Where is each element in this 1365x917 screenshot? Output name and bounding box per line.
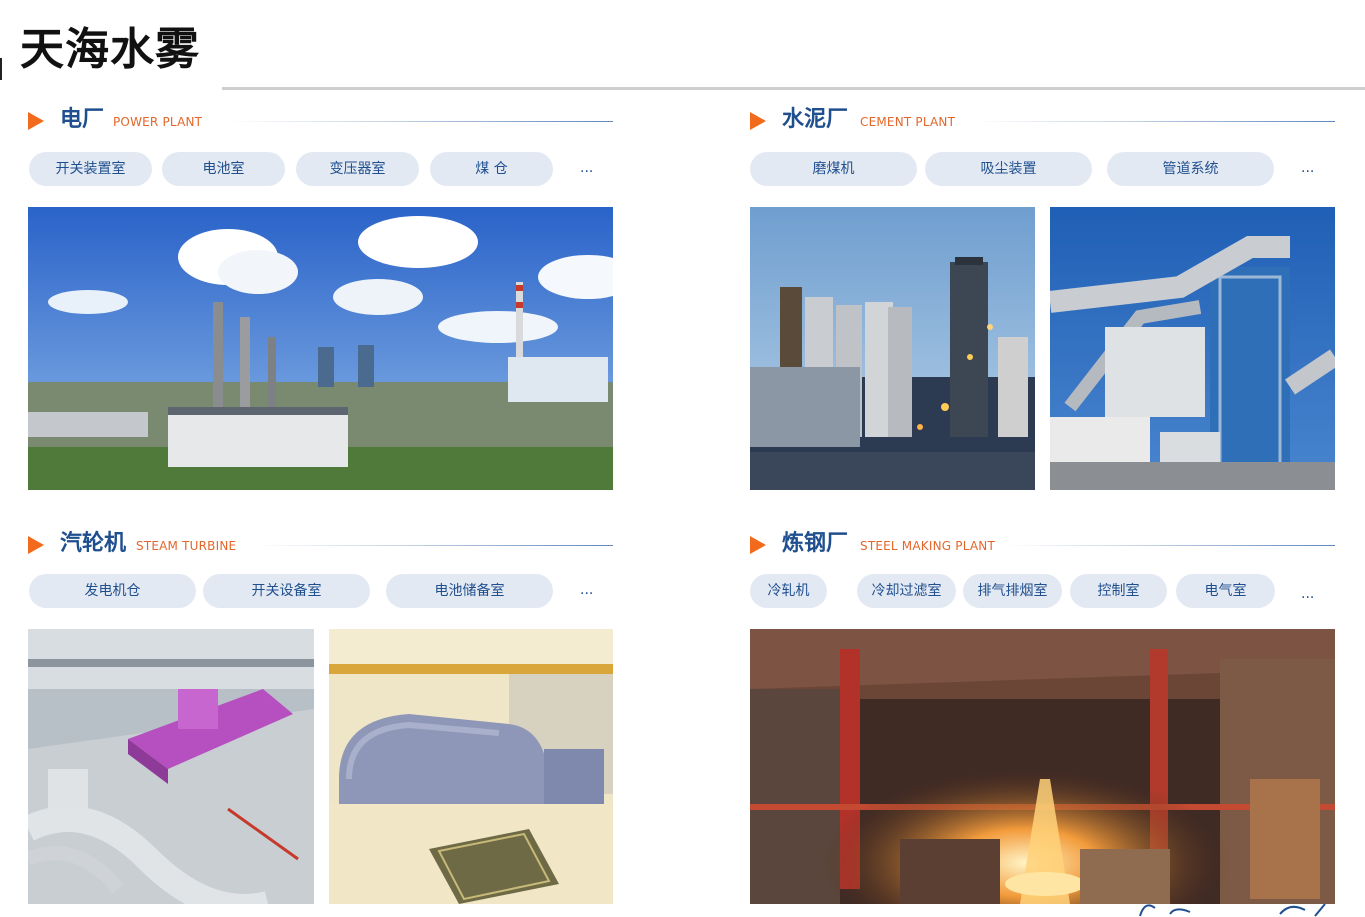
tag-dust-collector[interactable]: 吸尘装置: [925, 152, 1092, 186]
section-header-cement-plant: 水泥厂 CEMENT PLANT: [750, 106, 1335, 136]
steel-plant-photo: [750, 629, 1335, 904]
more-ellipsis[interactable]: ...: [1301, 158, 1314, 178]
section-header-steam-turbine: 汽轮机 STEAM TURBINE: [28, 530, 613, 560]
tag-exhaust-room[interactable]: 排气排烟室: [963, 574, 1062, 608]
cement-plant-photo-pipes: [1050, 207, 1335, 490]
play-triangle-icon: [750, 536, 766, 554]
section-header-steel-plant: 炼钢厂 STEEL MAKING PLANT: [750, 530, 1335, 560]
play-triangle-icon: [750, 112, 766, 130]
tag-electrical-room[interactable]: 电气室: [1176, 574, 1275, 608]
section-rule: [253, 545, 613, 546]
section-subtitle: STEAM TURBINE: [136, 539, 237, 553]
tag-transformer-room[interactable]: 变压器室: [296, 152, 419, 186]
tag-battery-storage-room[interactable]: 电池储备室: [386, 574, 553, 608]
tag-control-room[interactable]: 控制室: [1070, 574, 1167, 608]
title-underline: [222, 87, 1365, 90]
tag-cold-rolling-mill[interactable]: 冷轧机: [750, 574, 827, 608]
steam-turbine-photo-blue: [329, 629, 613, 904]
section-title: 汽轮机: [60, 531, 127, 556]
cement-plant-photo-night: [750, 207, 1035, 490]
tag-coal-mill[interactable]: 磨煤机: [750, 152, 917, 186]
section-rule: [228, 121, 613, 122]
section-subtitle: STEEL MAKING PLANT: [860, 539, 995, 553]
section-subtitle: CEMENT PLANT: [860, 115, 956, 129]
tag-coal-bunker[interactable]: 煤 仓: [430, 152, 553, 186]
title-edge-mark: [0, 58, 2, 80]
tag-cooling-filter-room[interactable]: 冷却过滤室: [857, 574, 956, 608]
section-title: 炼钢厂: [782, 531, 849, 556]
play-triangle-icon: [28, 536, 44, 554]
play-triangle-icon: [28, 112, 44, 130]
signature-mark: [1139, 903, 1326, 917]
page-title: 天海水雾: [20, 24, 200, 75]
section-title: 电厂: [60, 107, 105, 132]
more-ellipsis[interactable]: ...: [580, 158, 593, 178]
tag-switchgear-equipment-room[interactable]: 开关设备室: [203, 574, 370, 608]
tag-generator-bay[interactable]: 发电机仓: [29, 574, 196, 608]
section-rule: [1005, 545, 1335, 546]
tag-battery-room[interactable]: 电池室: [162, 152, 285, 186]
more-ellipsis[interactable]: ...: [1301, 584, 1314, 604]
more-ellipsis[interactable]: ...: [580, 580, 593, 600]
section-rule: [975, 121, 1335, 122]
section-title: 水泥厂: [782, 107, 849, 132]
tag-pipe-system[interactable]: 管道系统: [1107, 152, 1274, 186]
section-subtitle: POWER PLANT: [113, 115, 203, 129]
power-plant-photo: [28, 207, 613, 490]
section-header-power-plant: 电厂 POWER PLANT: [28, 106, 613, 136]
steam-turbine-photo-purple: [28, 629, 314, 904]
tag-switchgear-room[interactable]: 开关装置室: [29, 152, 152, 186]
